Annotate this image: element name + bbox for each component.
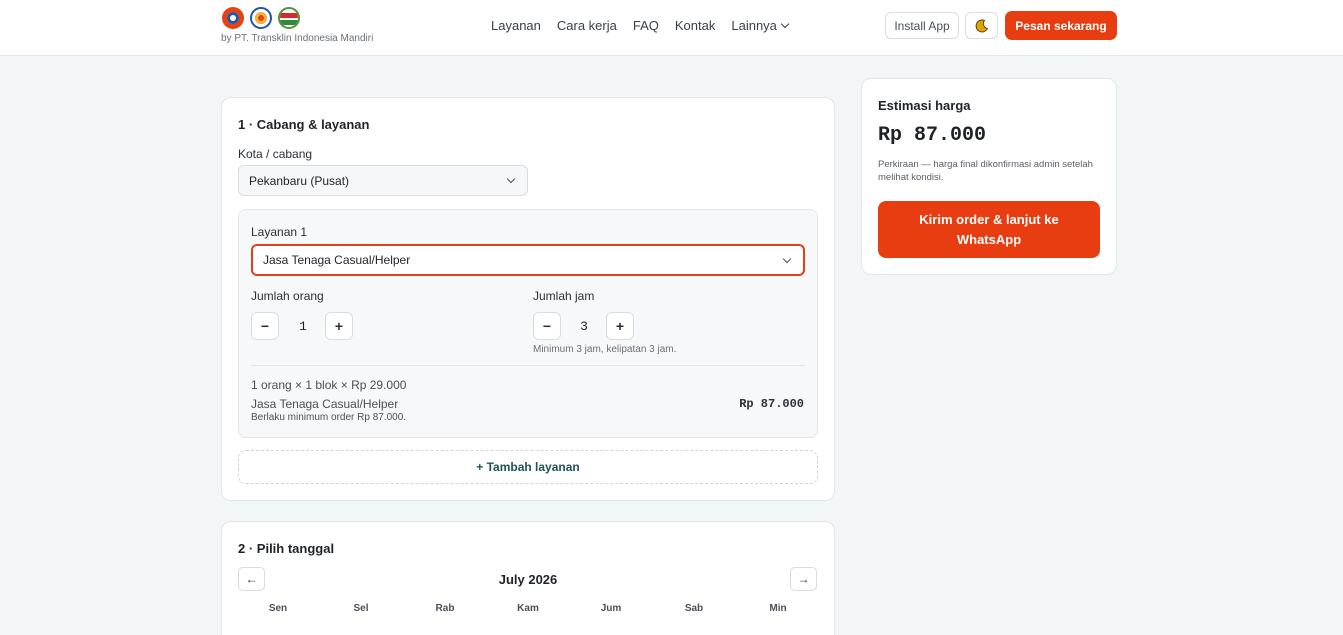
people-decrement-button[interactable]: −	[251, 312, 279, 340]
theme-toggle-button[interactable]	[965, 12, 998, 39]
estimate-price: Rp 87.000	[878, 124, 987, 147]
nav-lainnya-dropdown[interactable]: Lainnya	[731, 18, 790, 33]
hours-value: 3	[580, 319, 588, 334]
brand-logo-3	[278, 7, 300, 29]
company-byline: by PT. Transklin Indonesia Mandiri	[221, 33, 374, 44]
weekday-sel: Sel	[353, 603, 369, 614]
brand-logo-2	[250, 7, 272, 29]
brand-logo-1	[222, 7, 244, 29]
minimum-order-note: Berlaku minimum order Rp 87.000.	[251, 412, 407, 423]
install-app-button[interactable]: Install App	[885, 12, 959, 39]
estimate-title: Estimasi harga	[878, 98, 971, 113]
service-item-1: Layanan 1 Jasa Tenaga Casual/Helper Juml…	[238, 209, 818, 438]
divider	[251, 365, 805, 366]
people-label: Jumlah orang	[251, 289, 324, 303]
send-order-whatsapp-button[interactable]: Kirim order & lanjut ke WhatsApp	[878, 201, 1100, 258]
nav-lainnya-label: Lainnya	[731, 18, 777, 33]
service-select-value: Jasa Tenaga Casual/Helper	[263, 253, 411, 267]
section-title-date: 2 · Pilih tanggal	[238, 541, 335, 556]
add-service-button[interactable]: + Tambah layanan	[238, 450, 818, 484]
service-select[interactable]: Jasa Tenaga Casual/Helper	[251, 244, 805, 276]
hours-hint: Minimum 3 jam, kelipatan 3 jam.	[533, 344, 677, 355]
section-title-branch-service: 1 · Cabang & layanan	[238, 117, 370, 132]
weekday-sab: Sab	[684, 603, 704, 614]
branch-service-card: 1 · Cabang & layanan Kota / cabang Pekan…	[221, 97, 835, 501]
chevron-down-icon	[782, 254, 792, 264]
next-month-button[interactable]: →	[790, 567, 817, 591]
people-value: 1	[299, 319, 307, 334]
weekday-jum: Jum	[600, 603, 622, 614]
date-picker-card: 2 · Pilih tanggal ← July 2026 → Sen Sel …	[221, 521, 835, 635]
top-navbar: by PT. Transklin Indonesia Mandiri Layan…	[0, 0, 1343, 56]
nav-kontak[interactable]: Kontak	[675, 18, 715, 33]
nav-faq[interactable]: FAQ	[633, 18, 659, 33]
line-item-price: Rp 87.000	[739, 397, 804, 411]
chevron-down-icon	[506, 174, 516, 184]
weekday-sen: Sen	[268, 603, 288, 614]
price-estimate-panel: Estimasi harga Rp 87.000 Perkiraan — har…	[861, 78, 1117, 275]
weekday-kam: Kam	[517, 603, 539, 614]
hours-decrement-button[interactable]: −	[533, 312, 561, 340]
price-calculation: 1 orang × 1 blok × Rp 29.000	[251, 378, 407, 392]
brand-logos[interactable]	[222, 7, 300, 29]
city-label: Kota / cabang	[238, 147, 313, 161]
nav-layanan[interactable]: Layanan	[491, 18, 541, 33]
chevron-down-icon	[780, 19, 790, 29]
main-nav: Layanan Cara kerja FAQ Kontak Lainnya	[491, 18, 790, 33]
estimate-note: Perkiraan — harga final dikonfirmasi adm…	[878, 159, 1093, 183]
moon-icon	[975, 19, 988, 32]
weekday-rab: Rab	[435, 603, 455, 614]
calendar-month-title: July 2026	[498, 572, 558, 587]
nav-cara-kerja[interactable]: Cara kerja	[557, 18, 617, 33]
hours-label: Jumlah jam	[533, 289, 595, 303]
weekday-min: Min	[769, 603, 787, 614]
city-select-value: Pekanbaru (Pusat)	[249, 173, 350, 188]
service-label: Layanan 1	[251, 225, 308, 239]
hours-increment-button[interactable]: +	[606, 312, 634, 340]
line-item-name: Jasa Tenaga Casual/Helper	[251, 397, 399, 411]
people-increment-button[interactable]: +	[325, 312, 353, 340]
order-now-button[interactable]: Pesan sekarang	[1005, 11, 1117, 40]
city-select[interactable]: Pekanbaru (Pusat)	[238, 165, 528, 196]
